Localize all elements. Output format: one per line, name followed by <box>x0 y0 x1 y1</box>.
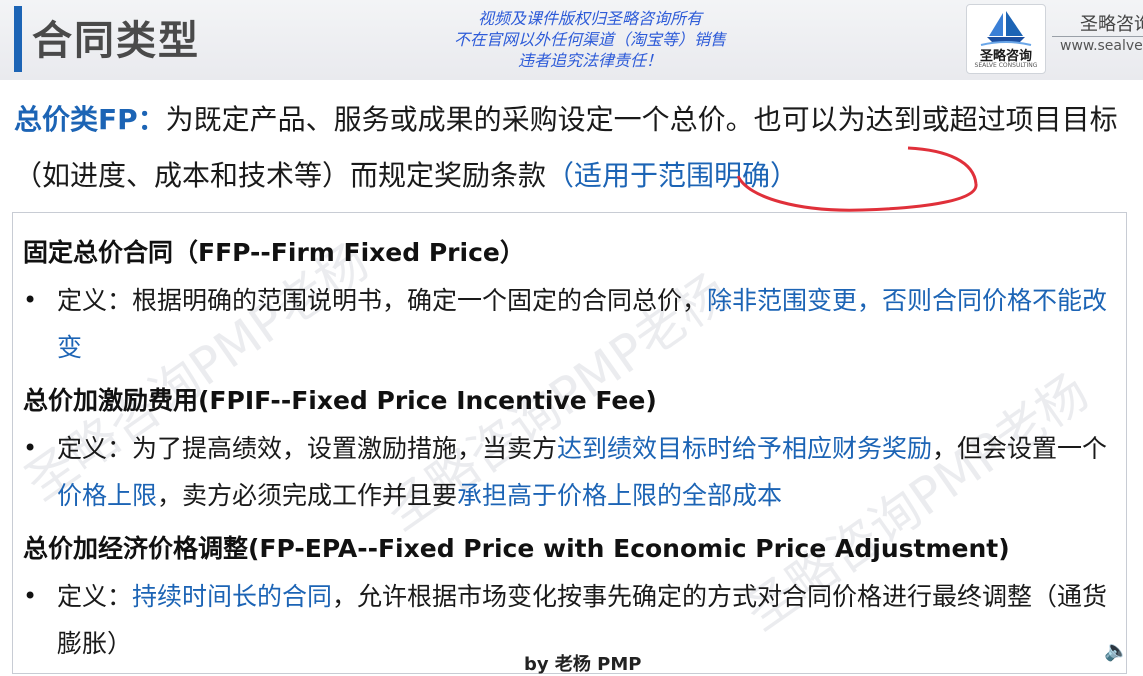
bullet-marker: • <box>23 434 38 462</box>
slide-header: 合同类型 视频及课件版权归圣略咨询所有 不在官网以外任何渠道（淘宝等）销售 违者… <box>0 0 1143 80</box>
section-definition: 定义：为了提高绩效，设置激励措施，当卖方达到绩效目标时给予相应财务奖励，但会设置… <box>57 425 1117 519</box>
section-heading: 总价加经济价格调整(FP-EPA--Fixed Price with Econo… <box>23 534 1010 563</box>
intro-highlight: （适用于范围明确） <box>546 159 799 192</box>
copyright-line: 违者追究法律责任！ <box>517 51 662 70</box>
section-heading: 总价加激励费用(FPIF--Fixed Price Incentive Fee) <box>23 386 657 415</box>
definition-highlight: 价格上限 <box>57 481 158 510</box>
brand-divider <box>1052 36 1143 37</box>
definition-highlight: 达到绩效目标时给予相应财务奖励 <box>557 434 933 463</box>
definition-highlight: 持续时间长的合同 <box>132 582 333 611</box>
company-logo: 圣略咨询 SEALVE CONSULTING <box>966 4 1046 74</box>
intro-lead: 总价类FP： <box>14 103 166 136</box>
page-title: 合同类型 <box>32 18 200 64</box>
brand-name: 圣略咨询 <box>1080 14 1143 35</box>
definition-text: 定义：为了提高绩效，设置激励措施，当卖方 <box>57 434 558 463</box>
section-heading: 固定总价合同（FFP--Firm Fixed Price） <box>23 238 525 267</box>
logo-subtext: SEALVE CONSULTING <box>974 62 1038 69</box>
bullet-marker: • <box>23 582 38 610</box>
contract-types-panel: 圣略咨询PMP老杨 圣略咨询PMP老杨 圣略咨询PMP老杨 固定总价合同（FFP… <box>12 212 1127 674</box>
section-definition: 定义：根据明确的范围说明书，确定一个固定的合同总价，除非范围变更，否则合同价格不… <box>57 277 1117 371</box>
intro-paragraph: 总价类FP：为既定产品、服务或成果的采购设定一个总价。也可以为达到或超过项目目标… <box>14 92 1124 204</box>
bullet-marker: • <box>23 286 38 314</box>
brand-url: www.sealve <box>1060 38 1143 54</box>
copyright-notice: 视频及课件版权归圣略咨询所有 不在官网以外任何渠道（淘宝等）销售 违者追究法律责… <box>420 8 760 71</box>
copyright-line: 视频及课件版权归圣略咨询所有 <box>477 9 702 28</box>
definition-highlight: 承担高于价格上限的全部成本 <box>457 481 783 510</box>
definition-text: ，但会设置一个 <box>932 434 1108 463</box>
copyright-line: 不在官网以外任何渠道（淘宝等）销售 <box>453 30 726 49</box>
definition-text: ，卖方必须完成工作并且要 <box>157 481 458 510</box>
definition-text: 定义：根据明确的范围说明书，确定一个固定的合同总价， <box>57 286 708 315</box>
ship-logo-icon <box>980 11 1032 46</box>
speaker-icon[interactable]: 🔈 <box>1104 638 1129 662</box>
byline: by 老杨 PMP <box>524 654 642 675</box>
definition-text: 定义： <box>57 582 133 611</box>
title-accent-bar <box>14 6 22 72</box>
